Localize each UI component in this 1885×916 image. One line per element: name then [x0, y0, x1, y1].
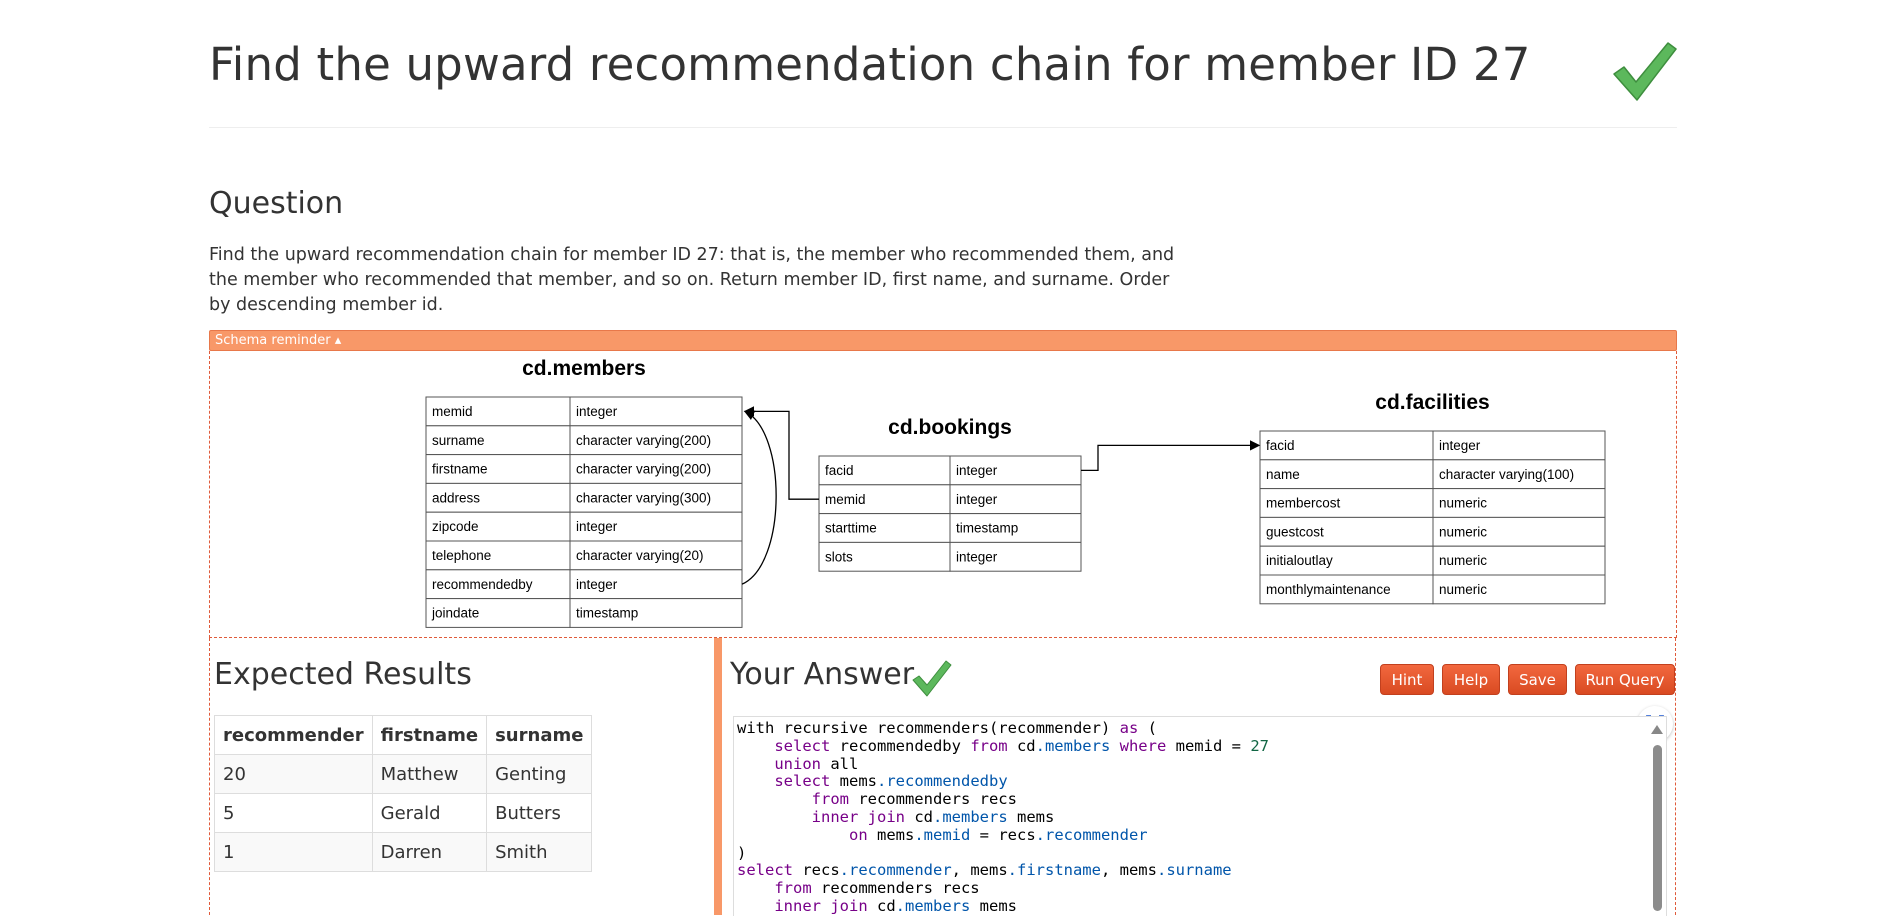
- schema-column-type: numeric: [1439, 553, 1487, 568]
- schema-column-name: recommendedby: [432, 577, 533, 592]
- schema-column-type: integer: [956, 492, 998, 507]
- expected-results-heading: Expected Results: [214, 657, 472, 692]
- scrollbar-thumb[interactable]: [1653, 745, 1662, 911]
- code-line: from recommenders recs: [774, 879, 980, 898]
- code-line: union all: [774, 754, 859, 773]
- schema-column-name: facid: [1266, 438, 1295, 453]
- schema-column-name: starttime: [825, 521, 877, 536]
- schema-column-type: character varying(300): [576, 490, 711, 505]
- schema-column-name: zipcode: [432, 519, 479, 534]
- table-row: 1 Darren Smith: [214, 832, 593, 872]
- schema-column-name: membercost: [1266, 496, 1341, 511]
- code-line: on mems.memid = recs.recommender: [848, 825, 1148, 844]
- scroll-up-arrow-icon[interactable]: [1651, 725, 1663, 734]
- memid-relation-arrow: [743, 406, 819, 500]
- code-line: inner join cd.members mems: [774, 896, 1017, 915]
- facid-relation-arrow: [1081, 440, 1261, 472]
- schema-column-type: integer: [956, 463, 998, 478]
- table-cell: Smith: [486, 832, 593, 872]
- table-cell: Gerald: [371, 793, 488, 833]
- schema-column-name: memid: [432, 404, 473, 419]
- code-line: ): [737, 843, 747, 862]
- table-cell: Matthew: [371, 754, 488, 794]
- schema-column-name: telephone: [432, 548, 491, 563]
- schema-table-title: cd.bookings: [888, 416, 1012, 439]
- schema-column-type: numeric: [1439, 582, 1487, 597]
- sql-code[interactable]: with recursive recommenders(recommender)…: [737, 719, 1269, 916]
- schema-column-type: integer: [576, 577, 618, 592]
- code-line: with recursive recommenders(recommender)…: [737, 719, 1157, 737]
- table-cell: 1: [214, 832, 373, 872]
- table-cell: 20: [214, 754, 373, 794]
- column-header: surname: [486, 715, 593, 755]
- schema-table-title: cd.members: [522, 357, 646, 380]
- expected-results-table: recommender firstname surname 20 Matthew…: [214, 715, 593, 872]
- run-query-button[interactable]: Run Query: [1575, 664, 1675, 695]
- answer-panel-border: [1675, 638, 1676, 915]
- schema-diagram: cd.members memid integer surname character v…: [425, 357, 1606, 628]
- schema-column-type: timestamp: [576, 606, 638, 621]
- schema-column-type: integer: [576, 519, 618, 534]
- schema-column-type: numeric: [1439, 524, 1487, 539]
- schema-reminder-label: Schema reminder ▴: [215, 333, 342, 348]
- code-line: inner join cd.members mems: [811, 807, 1055, 826]
- schema-column-name: facid: [825, 463, 854, 478]
- recommendedby-relation-arrow: [741, 410, 777, 585]
- schema-reminder-toggle[interactable]: Schema reminder ▴: [209, 330, 1677, 351]
- column-header: firstname: [371, 715, 488, 755]
- success-check-icon: [1613, 42, 1677, 101]
- schema-column-name: joindate: [431, 606, 479, 621]
- results-panel-border: [209, 638, 210, 915]
- schema-column-type: character varying(100): [1439, 467, 1574, 482]
- code-line: select mems.recommendedby: [774, 772, 1008, 791]
- schema-table-title: cd.facilities: [1375, 391, 1489, 414]
- hint-button[interactable]: Hint: [1380, 664, 1434, 695]
- table-cell: Butters: [486, 793, 593, 833]
- save-button[interactable]: Save: [1508, 664, 1567, 695]
- schema-column-type: character varying(20): [576, 548, 704, 563]
- your-answer-heading: Your Answer: [730, 657, 915, 692]
- table-cell: Darren: [371, 832, 488, 872]
- schema-column-type: integer: [1439, 438, 1481, 453]
- schema-column-type: integer: [576, 404, 618, 419]
- schema-column-name: monthlymaintenance: [1266, 582, 1391, 597]
- code-line: select recommendedby from cd.members whe…: [774, 736, 1269, 755]
- title-divider: [209, 127, 1677, 128]
- column-header: recommender: [214, 715, 373, 755]
- schema-column-name: slots: [825, 549, 853, 564]
- code-line: select recs.recommender, mems.firstname,…: [737, 861, 1232, 880]
- schema-column-name: address: [432, 490, 480, 505]
- sql-editor[interactable]: with recursive recommenders(recommender)…: [733, 716, 1667, 916]
- code-line: from recommenders recs: [811, 790, 1017, 809]
- schema-column-name: name: [1266, 467, 1300, 482]
- question-text: Find the upward recommendation chain for…: [209, 245, 1175, 315]
- help-button[interactable]: Help: [1442, 664, 1500, 695]
- panel-splitter[interactable]: [714, 638, 722, 915]
- table-row: 20 Matthew Genting: [214, 754, 593, 794]
- schema-column-type: integer: [956, 549, 998, 564]
- editor-scrollbar[interactable]: [1649, 717, 1666, 916]
- table-cell: Genting: [486, 754, 593, 794]
- page-title: Find the upward recommendation chain for…: [209, 38, 1531, 91]
- answer-correct-check-icon: [912, 660, 952, 697]
- schema-column-type: character varying(200): [576, 433, 711, 448]
- schema-column-name: firstname: [432, 462, 488, 477]
- schema-column-name: memid: [825, 492, 866, 507]
- table-header-row: recommender firstname surname: [214, 715, 593, 755]
- schema-column-name: guestcost: [1266, 524, 1324, 539]
- schema-column-name: initialoutlay: [1266, 553, 1333, 568]
- schema-column-type: numeric: [1439, 496, 1487, 511]
- question-heading: Question: [209, 186, 344, 221]
- schema-column-type: timestamp: [956, 521, 1018, 536]
- table-row: 5 Gerald Butters: [214, 793, 593, 833]
- schema-column-name: surname: [432, 433, 485, 448]
- schema-diagram-panel: cd.members memid integer surname character v…: [209, 351, 1677, 742]
- schema-column-type: character varying(200): [576, 462, 711, 477]
- table-cell: 5: [214, 793, 373, 833]
